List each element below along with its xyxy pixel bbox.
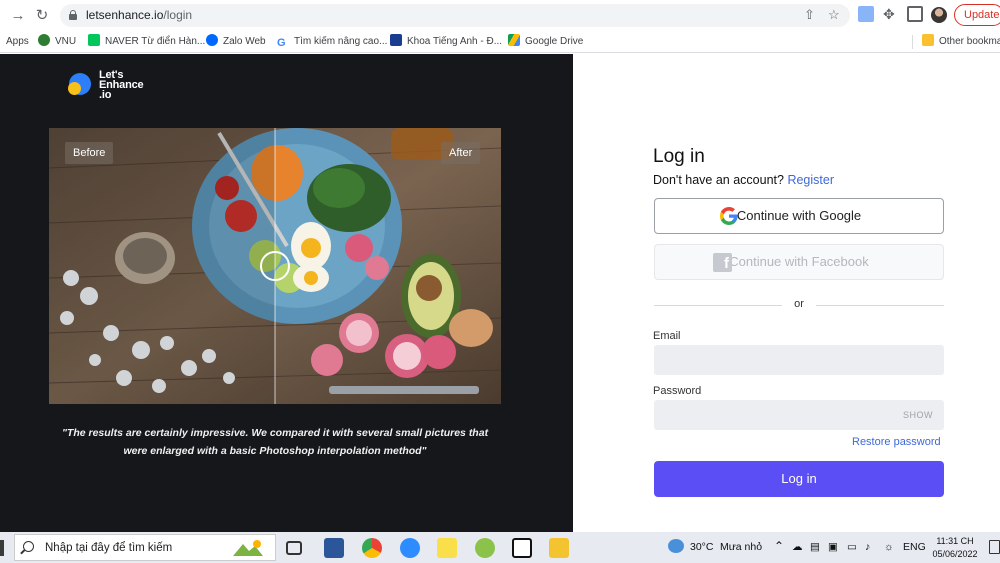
bookmark-vnu[interactable]: VNU: [38, 34, 76, 50]
task-view-icon[interactable]: [286, 541, 302, 555]
vnu-icon: [38, 34, 50, 46]
facebook-button-label: Continue with Facebook: [729, 254, 869, 269]
comparison-slider-handle[interactable]: [260, 251, 290, 281]
restore-password-link[interactable]: Restore password: [852, 436, 941, 448]
continue-with-google-button[interactable]: Continue with Google: [654, 198, 944, 234]
word-icon[interactable]: [324, 538, 344, 558]
bookmarks-bar: Apps VNU NAVER Từ điển Hàn... Zalo Web G…: [0, 31, 1000, 53]
notion-icon[interactable]: [512, 538, 532, 558]
bookmark-khoa-tieng-anh[interactable]: Khoa Tiếng Anh - Đ...: [390, 34, 502, 50]
bookmark-google-drive[interactable]: Google Drive: [508, 34, 583, 50]
bookmark-advanced-search[interactable]: G Tìm kiếm nâng cao...: [277, 34, 387, 50]
show-password-button[interactable]: SHOW: [903, 410, 933, 420]
profile-avatar[interactable]: [931, 7, 947, 23]
taskbar-search[interactable]: Nhập tại đây để tìm kiếm: [14, 534, 276, 561]
chrome-icon[interactable]: [362, 538, 382, 558]
continue-with-facebook-button[interactable]: f Continue with Facebook: [654, 244, 944, 280]
sticky-notes-icon[interactable]: [437, 538, 457, 558]
bookmark-naver[interactable]: NAVER Từ điển Hàn...: [88, 34, 205, 50]
google-g-icon: [720, 207, 738, 225]
naver-icon: [88, 34, 100, 46]
before-label: Before: [65, 142, 114, 164]
weather-icon[interactable]: [668, 539, 684, 553]
password-field[interactable]: [654, 400, 944, 430]
search-placeholder: Nhập tại đây để tìm kiếm: [45, 542, 173, 554]
page-title: Log in: [653, 146, 705, 167]
url-text: letsenhance.io/login: [86, 8, 193, 22]
volume-icon[interactable]: ♪: [865, 541, 870, 553]
register-prompt: Don't have an account? Register: [653, 173, 834, 187]
side-panel-icon[interactable]: [907, 6, 923, 22]
reload-icon[interactable]: ↻: [32, 6, 52, 26]
search-highlight-icon: [233, 540, 263, 556]
address-bar[interactable]: letsenhance.io/login ⇧ ☆: [60, 4, 850, 27]
start-button[interactable]: [0, 540, 4, 556]
letsenhance-logo[interactable]: Let's Enhance .io: [68, 69, 168, 103]
or-divider: or: [654, 298, 944, 312]
file-explorer-icon[interactable]: [549, 538, 569, 558]
email-label: Email: [653, 330, 681, 342]
logo-yellow-circle: [68, 82, 81, 95]
google-icon: G: [277, 37, 289, 49]
bookmark-star-icon[interactable]: ☆: [828, 7, 840, 23]
logo-text: Let's Enhance .io: [99, 69, 144, 101]
zalo-icon: [206, 34, 218, 46]
khoa-icon: [390, 34, 402, 46]
divider-line-right: [816, 305, 944, 306]
search-icon: [23, 541, 34, 552]
password-label: Password: [653, 385, 702, 397]
docs-extension-icon[interactable]: [858, 6, 874, 22]
bookmarks-divider: [912, 35, 913, 49]
login-panel: Log in Don't have an account? Register C…: [573, 54, 1000, 532]
email-field[interactable]: [654, 345, 944, 375]
lock-icon: [69, 10, 77, 20]
login-submit-button[interactable]: Log in: [654, 461, 944, 497]
showcase-panel: Let's Enhance .io Before After "The resu…: [0, 54, 573, 532]
or-text: or: [794, 298, 804, 310]
folder-icon: [922, 34, 934, 46]
update-button[interactable]: Update: [954, 4, 1000, 26]
register-link[interactable]: Register: [787, 173, 834, 187]
after-label: After: [441, 142, 481, 164]
weather-description[interactable]: Mưa nhỏ: [720, 541, 762, 553]
share-icon[interactable]: ⇧: [804, 7, 815, 23]
windows-taskbar: Nhập tại đây để tìm kiếm 30°C Mưa nhỏ ⌃ …: [0, 532, 1000, 563]
battery-icon[interactable]: ▭: [847, 541, 857, 553]
bookmark-other[interactable]: Other bookmarks: [922, 34, 1000, 50]
before-after-image[interactable]: Before After: [49, 128, 501, 404]
network-icon[interactable]: ☼: [884, 541, 894, 553]
bookmark-apps[interactable]: Apps: [6, 34, 29, 50]
extensions-puzzle-icon[interactable]: ✥: [883, 6, 899, 22]
notifications-icon[interactable]: [989, 540, 1000, 554]
tray-app-icon[interactable]: ▣: [828, 541, 838, 553]
language-indicator[interactable]: ENG: [903, 541, 926, 553]
drive-icon: [508, 34, 520, 46]
testimonial-quote: "The results are certainly impressive. W…: [61, 427, 489, 457]
onedrive-icon[interactable]: ☁: [792, 541, 803, 553]
chevron-up-icon[interactable]: ⌃: [774, 539, 784, 553]
bookmark-zalo[interactable]: Zalo Web: [206, 34, 266, 50]
weather-temperature[interactable]: 30°C: [690, 541, 713, 553]
browser-toolbar: → ↻ letsenhance.io/login ⇧ ☆ ✥ Update: [0, 0, 1000, 31]
facebook-icon: f: [713, 253, 732, 272]
zoom-icon[interactable]: [400, 538, 420, 558]
google-button-label: Continue with Google: [736, 208, 862, 223]
meet-now-icon[interactable]: ▤: [810, 541, 820, 553]
greenshot-icon[interactable]: [475, 538, 495, 558]
taskbar-clock[interactable]: 11:31 CH 05/06/2022: [926, 535, 984, 561]
forward-icon[interactable]: →: [8, 6, 28, 26]
